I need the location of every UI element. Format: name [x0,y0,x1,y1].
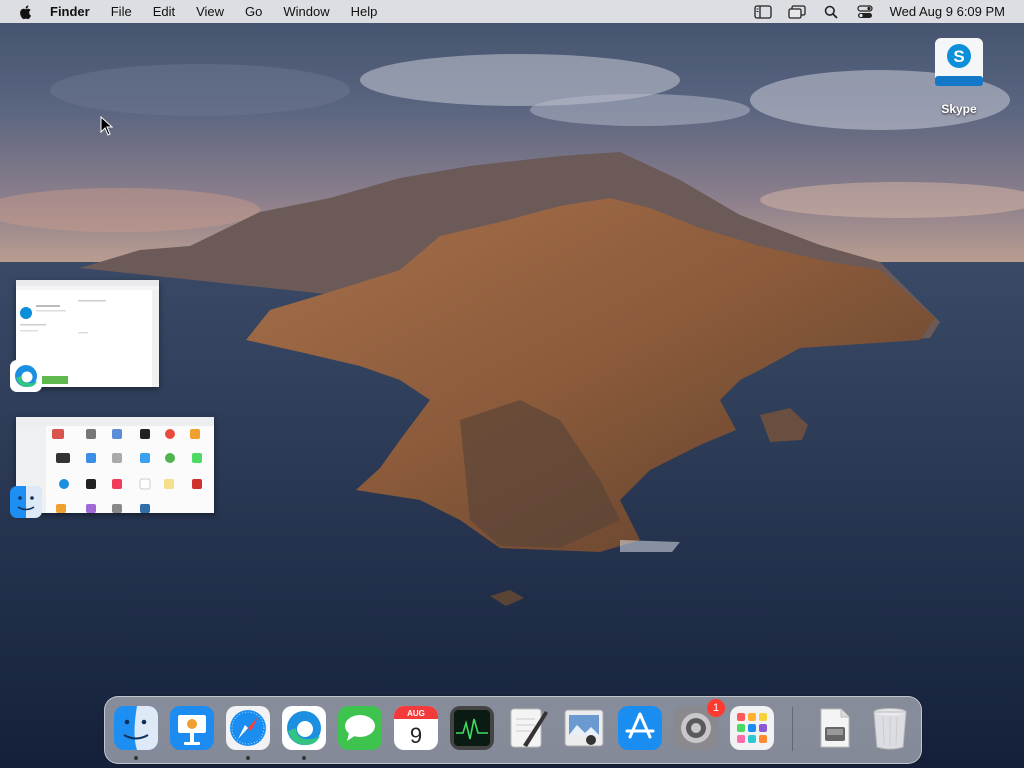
disk-image-icon [820,708,850,748]
calendar-month: AUG [407,709,425,718]
dock-script-editor[interactable] [505,705,551,751]
activity-monitor-icon [450,706,494,750]
window-thumbnail-finder[interactable] [16,417,214,513]
dock-safari[interactable] [225,705,271,751]
menu-bar-clock[interactable]: Wed Aug 9 6:09 PM [890,4,1005,19]
app-store-icon [618,706,662,750]
desktop-icon-label: Skype [941,102,977,116]
menu-help[interactable]: Help [351,0,378,23]
dock-running-indicator [246,756,250,760]
skype-icon: S [935,38,983,86]
dock-running-indicator [134,756,138,760]
dock-edge[interactable] [281,705,327,751]
dock-separator [792,707,793,751]
control-center-icon[interactable] [856,4,874,20]
svg-text:S: S [953,47,964,66]
dock-system-preferences[interactable]: 1 [673,699,725,751]
safari-icon [226,706,270,750]
dock-keynote[interactable] [169,705,215,751]
finder-icon [114,706,158,750]
desktop-icon-skype[interactable]: S Skype [926,34,992,116]
edge-icon [282,706,326,750]
dock-messages[interactable] [337,705,383,751]
calendar-day: 9 [410,723,422,748]
calendar-icon: AUG 9 [394,706,438,750]
menu-bar: Finder File Edit View Go Window Help Wed… [0,0,1024,23]
menu-app-name[interactable]: Finder [50,0,90,23]
script-editor-icon [510,708,548,748]
notification-badge: 1 [707,699,725,717]
spotlight-search-icon[interactable] [822,4,840,20]
menu-view[interactable]: View [196,0,224,23]
dock: AUG 9 1 [104,696,922,764]
dock-app-store[interactable] [617,705,663,751]
dock-calendar[interactable]: AUG 9 [393,705,439,751]
menu-edit[interactable]: Edit [153,0,175,23]
preview-icon [564,709,604,747]
finder-icon [10,486,42,518]
keynote-icon [170,706,214,750]
apple-logo-icon[interactable] [18,4,34,20]
edge-icon [10,360,42,392]
menu-file[interactable]: File [111,0,132,23]
trash-icon [873,708,907,750]
menu-window[interactable]: Window [283,0,329,23]
dock-running-indicator [302,756,306,760]
screen-mirroring-icon[interactable] [787,4,806,20]
dock-trash[interactable] [867,705,913,751]
dock-preview[interactable] [561,705,607,751]
dock-disk-image[interactable] [811,705,857,751]
mouse-cursor-icon [100,116,114,136]
launchpad-icon [730,706,774,750]
menu-go[interactable]: Go [245,0,262,23]
dock-activity-monitor[interactable] [449,705,495,751]
sidebar-icon[interactable] [753,4,772,20]
dock-finder[interactable] [113,705,159,751]
messages-icon [338,706,382,750]
dock-launchpad[interactable] [729,705,775,751]
